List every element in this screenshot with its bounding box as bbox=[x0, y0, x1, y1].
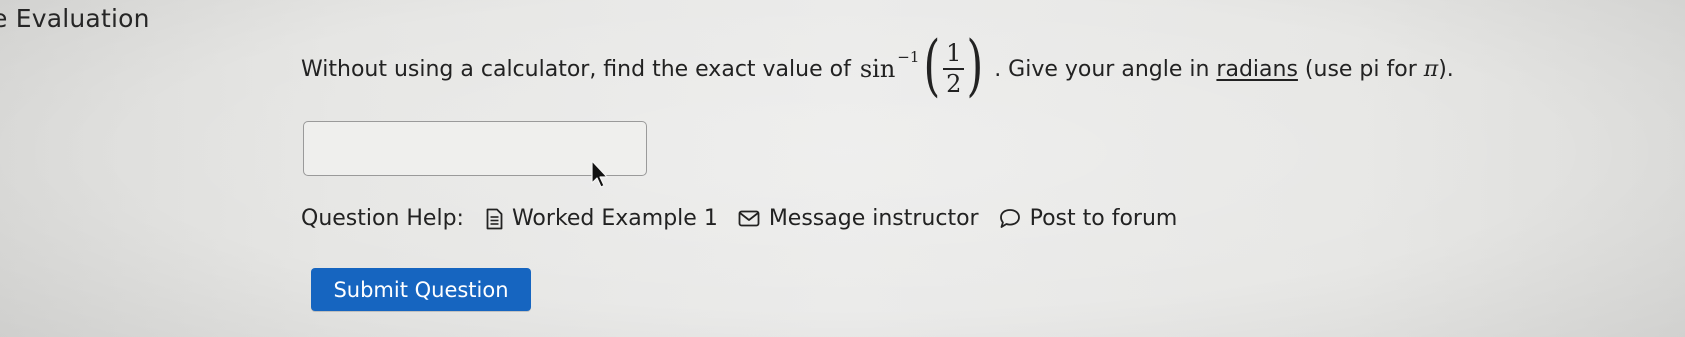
document-icon bbox=[486, 208, 503, 230]
question-text-part: ). bbox=[1438, 56, 1454, 82]
math-exponent: −1 bbox=[897, 48, 920, 66]
speech-bubble-icon bbox=[999, 208, 1021, 229]
message-instructor-link[interactable]: Message instructor bbox=[738, 206, 979, 231]
math-close-paren: ) bbox=[966, 27, 984, 104]
question-text-part: (use pi for bbox=[1297, 56, 1424, 82]
section-title: e Evaluation bbox=[0, 4, 150, 33]
radians-underlined: radians bbox=[1216, 56, 1298, 82]
worked-example-label: Worked Example 1 bbox=[511, 206, 718, 231]
question-text: Without using a calculator, find the exa… bbox=[301, 56, 851, 82]
math-fraction: 1 2 bbox=[943, 39, 965, 99]
math-open-paren: ( bbox=[923, 27, 941, 104]
worked-example-link[interactable]: Worked Example 1 bbox=[486, 206, 718, 231]
envelope-icon bbox=[738, 210, 760, 227]
message-instructor-label: Message instructor bbox=[768, 206, 979, 231]
question-help-row: Question Help: Worked Example 1 Message … bbox=[301, 206, 1197, 231]
pi-symbol: π bbox=[1423, 56, 1439, 82]
mouse-pointer-icon bbox=[591, 160, 608, 188]
fraction-numerator: 1 bbox=[946, 39, 962, 67]
math-expression: sin −1 ( 1 2 ) bbox=[859, 27, 988, 104]
math-function: sin bbox=[859, 55, 896, 83]
question-prompt: Without using a calculator, find the exa… bbox=[301, 27, 1454, 104]
question-text-part: . Give your angle in bbox=[994, 56, 1217, 82]
question-help-label: Question Help: bbox=[301, 206, 464, 231]
post-to-forum-label: Post to forum bbox=[1029, 206, 1178, 231]
submit-question-button[interactable]: Submit Question bbox=[311, 268, 531, 311]
fraction-denominator: 2 bbox=[946, 70, 962, 98]
question-text-after: . Give your angle in radians (use pi for… bbox=[994, 57, 1454, 82]
post-to-forum-link[interactable]: Post to forum bbox=[999, 206, 1178, 231]
